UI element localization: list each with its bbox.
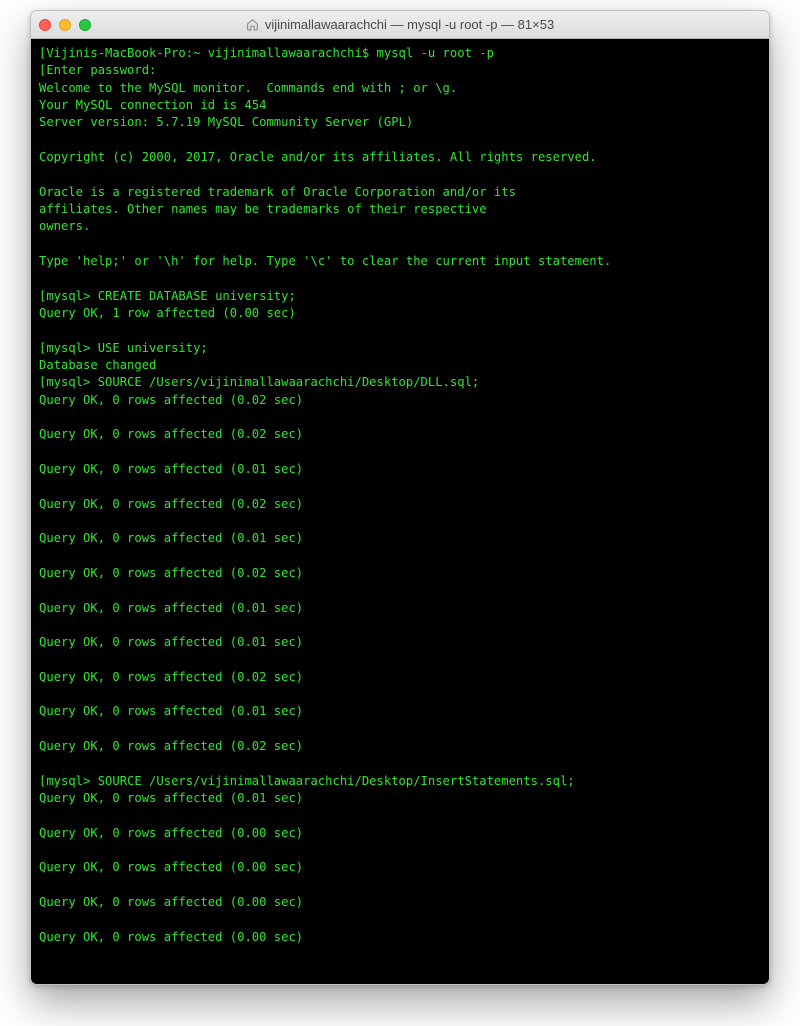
terminal-line: Query OK, 0 rows affected (0.02 sec): [39, 426, 761, 443]
terminal-line: [mysql> CREATE DATABASE university;: [39, 288, 761, 305]
terminal-line: [39, 651, 761, 668]
terminal-line: Server version: 5.7.19 MySQL Community S…: [39, 114, 761, 131]
terminal-line: [39, 444, 761, 461]
terminal-line: Welcome to the MySQL monitor. Commands e…: [39, 80, 761, 97]
terminal-line: [39, 478, 761, 495]
terminal-line: [mysql> USE university;: [39, 340, 761, 357]
terminal-line: [39, 548, 761, 565]
terminal-line: Query OK, 0 rows affected (0.01 sec): [39, 530, 761, 547]
terminal-line: Query OK, 0 rows affected (0.02 sec): [39, 669, 761, 686]
terminal-line: [39, 877, 761, 894]
terminal-line: Query OK, 0 rows affected (0.01 sec): [39, 790, 761, 807]
terminal-line: [Vijinis-MacBook-Pro:~ vijinimallawaarac…: [39, 45, 761, 62]
terminal-line: [39, 236, 761, 253]
terminal-line: affiliates. Other names may be trademark…: [39, 201, 761, 218]
terminal-line: Query OK, 0 rows affected (0.01 sec): [39, 600, 761, 617]
terminal-line: [39, 911, 761, 928]
minimize-button[interactable]: [59, 19, 71, 31]
terminal-window: vijinimallawaarachchi — mysql -u root -p…: [30, 10, 770, 985]
terminal-line: Oracle is a registered trademark of Orac…: [39, 184, 761, 201]
terminal-output[interactable]: [Vijinis-MacBook-Pro:~ vijinimallawaarac…: [31, 39, 769, 984]
terminal-line: [39, 946, 761, 963]
close-button[interactable]: [39, 19, 51, 31]
terminal-line: [39, 322, 761, 339]
terminal-line: [39, 617, 761, 634]
terminal-line: Copyright (c) 2000, 2017, Oracle and/or …: [39, 149, 761, 166]
terminal-line: [39, 513, 761, 530]
terminal-line: [39, 721, 761, 738]
terminal-line: [39, 409, 761, 426]
terminal-line: Query OK, 0 rows affected (0.01 sec): [39, 703, 761, 720]
zoom-button[interactable]: [79, 19, 91, 31]
terminal-line: Query OK, 0 rows affected (0.01 sec): [39, 461, 761, 478]
terminal-line: [39, 582, 761, 599]
terminal-line: Query OK, 1 row affected (0.00 sec): [39, 305, 761, 322]
window-title: vijinimallawaarachchi — mysql -u root -p…: [31, 17, 769, 32]
terminal-line: [mysql> SOURCE /Users/vijinimallawaarach…: [39, 773, 761, 790]
titlebar[interactable]: vijinimallawaarachchi — mysql -u root -p…: [31, 11, 769, 39]
terminal-line: Query OK, 0 rows affected (0.02 sec): [39, 738, 761, 755]
window-title-text: vijinimallawaarachchi — mysql -u root -p…: [265, 17, 554, 32]
terminal-line: [39, 132, 761, 149]
terminal-line: [39, 270, 761, 287]
terminal-line: [39, 755, 761, 772]
terminal-line: [39, 842, 761, 859]
terminal-line: Your MySQL connection id is 454: [39, 97, 761, 114]
terminal-line: [Enter password:: [39, 62, 761, 79]
terminal-line: Query OK, 0 rows affected (0.00 sec): [39, 859, 761, 876]
terminal-line: [mysql> SOURCE /Users/vijinimallawaarach…: [39, 374, 761, 391]
terminal-line: Query OK, 0 rows affected (0.00 sec): [39, 894, 761, 911]
terminal-line: owners.: [39, 218, 761, 235]
terminal-line: [39, 166, 761, 183]
traffic-lights: [39, 19, 91, 31]
home-icon: [246, 18, 259, 31]
terminal-line: [39, 686, 761, 703]
terminal-line: Query OK, 0 rows affected (0.02 sec): [39, 565, 761, 582]
terminal-line: Query OK, 0 rows affected (0.01 sec): [39, 634, 761, 651]
terminal-line: Type 'help;' or '\h' for help. Type '\c'…: [39, 253, 761, 270]
terminal-line: Database changed: [39, 357, 761, 374]
terminal-line: Query OK, 0 rows affected (0.00 sec): [39, 825, 761, 842]
terminal-line: [39, 807, 761, 824]
terminal-line: Query OK, 0 rows affected (0.00 sec): [39, 929, 761, 946]
terminal-line: Query OK, 0 rows affected (0.02 sec): [39, 496, 761, 513]
terminal-line: Query OK, 0 rows affected (0.02 sec): [39, 392, 761, 409]
